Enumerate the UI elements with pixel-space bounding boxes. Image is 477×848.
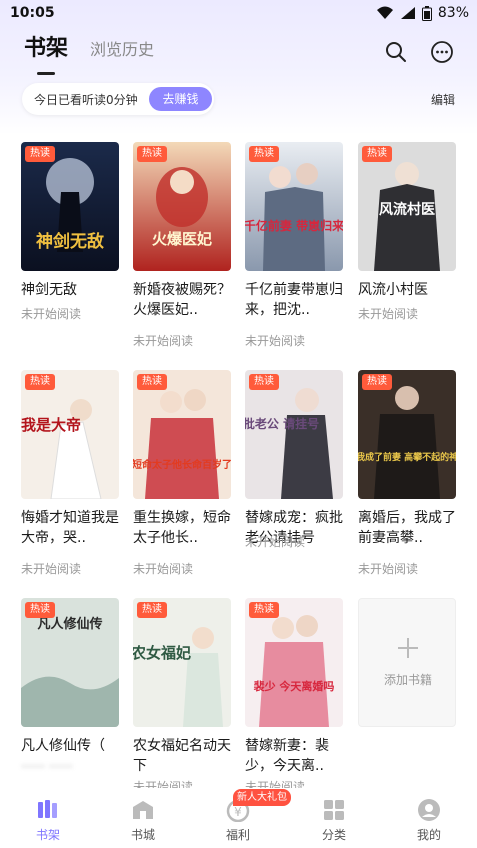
book-title-blurred: …… …… (21, 756, 73, 770)
reading-time-pill: 今日已看听读0分钟 去赚钱 (22, 83, 214, 115)
nav-category[interactable]: 分类 (304, 788, 364, 848)
cover-title: 我是大帝 (21, 416, 81, 434)
nav-bookshelf[interactable]: 书架 (18, 788, 78, 848)
hot-badge: 热读 (137, 602, 167, 618)
nav-category-label: 分类 (321, 828, 346, 842)
hot-badge: 热读 (249, 602, 279, 618)
book-title: 农女福妃名动天下 (133, 738, 231, 774)
book-status: 未开始阅读 (245, 535, 306, 549)
cover-title: 凡人修仙传 (37, 616, 102, 632)
cover-title: 农女福妃 (133, 644, 191, 662)
tab-bookshelf[interactable]: 书架 (24, 30, 68, 62)
cover-title: 千亿前妻 带崽归来 (245, 218, 343, 233)
hot-badge: 热读 (249, 374, 279, 390)
nav-bookstore-label: 书城 (130, 828, 155, 842)
signal-icon (400, 7, 415, 19)
tab-browse-history[interactable]: 浏览历史 (90, 36, 154, 60)
cover-title: 我成了前妻 高攀不起的神 (358, 451, 456, 463)
hot-badge: 热读 (25, 602, 55, 618)
book-title: 新婚夜被赐死？火爆医妃.. (133, 282, 231, 318)
cover-title: 风流村医 (379, 201, 435, 218)
hot-badge: 热读 (137, 146, 167, 162)
cover-title: 火爆医妃 (152, 230, 212, 248)
nav-mine[interactable]: 我的 (399, 788, 459, 848)
add-book-button[interactable]: 添加书籍 (358, 598, 456, 727)
book-title: 悔婚才知道我是大帝，哭.. (21, 510, 119, 546)
book-status: 未开始阅读 (358, 307, 419, 321)
plus-icon (398, 638, 418, 658)
bookshelf-icon (38, 800, 57, 818)
edit-button[interactable]: 编辑 (431, 91, 455, 108)
more-icon[interactable] (430, 40, 454, 64)
hot-badge: 热读 (25, 146, 55, 162)
profile-icon (418, 799, 440, 821)
bookstore-icon (133, 801, 153, 819)
nav-welfare-label: 福利 (225, 828, 250, 842)
nav-mine-label: 我的 (416, 828, 441, 842)
book-status: 未开始阅读 (21, 307, 82, 321)
book-title: 神剑无敌 (21, 282, 77, 298)
category-icon (324, 800, 344, 820)
hot-badge: 热读 (362, 374, 392, 390)
book-title: 重生换嫁，短命太子他长.. (133, 510, 231, 546)
nav-bookstore[interactable]: 书城 (113, 788, 173, 848)
active-tab-indicator (37, 72, 55, 75)
status-time: 10:05 (10, 5, 55, 21)
hot-badge: 热读 (249, 146, 279, 162)
reading-time-text: 今日已看听读0分钟 (34, 93, 138, 107)
cover-title: 疯批老公 请挂号 (245, 416, 319, 431)
search-icon[interactable] (384, 40, 408, 64)
hot-badge: 热读 (25, 374, 55, 390)
cover-title: 短命太子他长命百岁了 (133, 458, 231, 471)
hot-badge: 热读 (137, 374, 167, 390)
book-title: 千亿前妻带崽归来，把沈.. (245, 282, 343, 318)
earn-money-button[interactable]: 去赚钱 (149, 87, 212, 111)
book-status: 未开始阅读 (358, 562, 419, 576)
book-status: 未开始阅读 (245, 334, 306, 348)
wifi-icon (376, 6, 393, 19)
book-status: 未开始阅读 (133, 562, 194, 576)
book-status: 未开始阅读 (133, 334, 194, 348)
add-book-label: 添加书籍 (383, 673, 432, 687)
nav-bookshelf-label: 书架 (35, 828, 60, 842)
book-title: 替嫁新妻：裴少，今天离.. (245, 738, 329, 774)
book-title: 风流小村医 (358, 282, 428, 298)
cover-title: 裴少 今天离婚吗 (254, 679, 335, 693)
newbie-gift-badge: 新人大礼包 (233, 789, 291, 806)
status-indicators: 83% (376, 5, 469, 21)
book-title: 离婚后，我成了前妻高攀.. (358, 510, 456, 546)
svg-text:¥: ¥ (234, 805, 242, 819)
cover-title: 神剑无敌 (36, 231, 104, 252)
battery-percent: 83% (437, 5, 469, 21)
hot-badge: 热读 (362, 146, 392, 162)
battery-icon (421, 5, 432, 21)
book-status: 未开始阅读 (21, 562, 82, 576)
status-bar: 10:05 83% (0, 0, 477, 28)
book-title: 凡人修仙传（ (21, 738, 105, 754)
